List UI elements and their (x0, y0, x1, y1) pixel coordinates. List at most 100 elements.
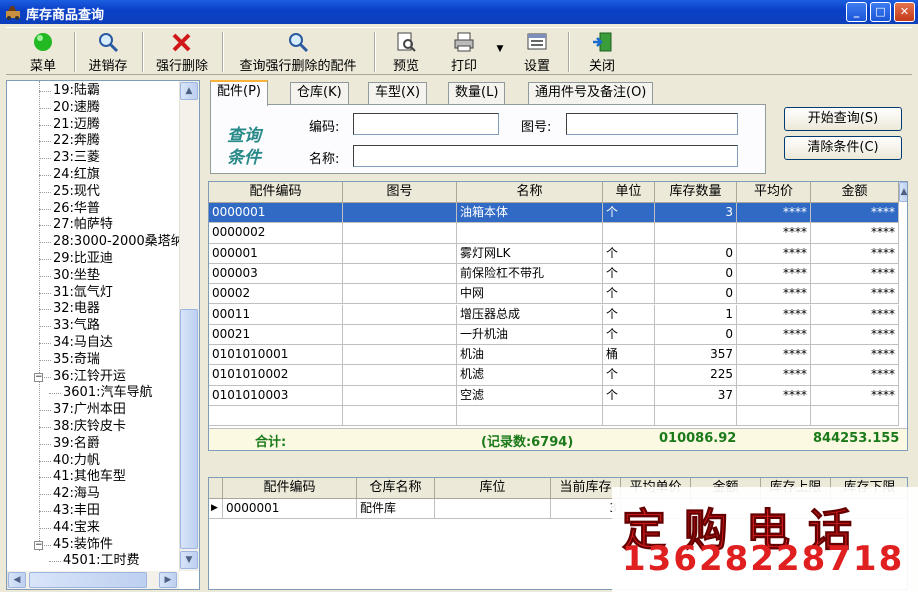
table-cell[interactable]: 0000002 (209, 223, 343, 244)
tree-item[interactable]: 20:速腾 (39, 100, 100, 117)
table-cell[interactable]: **** (811, 304, 899, 325)
table-cell[interactable]: 中网 (457, 284, 603, 305)
table-cell[interactable]: 000001 (209, 243, 343, 264)
clear-conditions-button[interactable]: 清除条件(C) (784, 136, 902, 160)
table-cell[interactable]: 配件库 (357, 499, 435, 520)
table-cell[interactable]: **** (811, 385, 899, 406)
table-cell[interactable] (343, 223, 457, 244)
table-cell[interactable] (603, 406, 655, 427)
table-cell[interactable] (811, 406, 899, 427)
minimize-button[interactable]: _ (846, 2, 867, 22)
grid-scroll-right-button[interactable]: ▶ (887, 450, 905, 451)
table-cell[interactable]: 个 (603, 324, 655, 346)
column-header[interactable]: 配件编码 (209, 182, 343, 203)
table-cell[interactable] (343, 263, 457, 285)
tree-item[interactable]: 42:海马 (39, 486, 100, 503)
table-cell[interactable] (343, 243, 457, 264)
table-cell[interactable]: 个 (603, 284, 655, 305)
scroll-right-button[interactable]: ▶ (159, 572, 177, 588)
parts-grid[interactable]: 配件编码 图号 名称 单位 库存数量 平均价 金额 ▲ 0000001 油箱本体个 3 **** ***… (208, 181, 908, 451)
tree-hscroll-thumb[interactable] (29, 572, 147, 588)
table-cell[interactable]: 00011 (209, 304, 343, 325)
table-cell[interactable]: **** (737, 284, 811, 305)
table-cell[interactable] (343, 365, 457, 386)
column-header[interactable]: 金额 (811, 182, 899, 203)
tree-item[interactable]: 25:现代 (39, 184, 100, 201)
selected-row-cell[interactable]: **** (811, 203, 899, 224)
tab-warehouse[interactable]: 仓库(K) (290, 82, 349, 104)
code-input[interactable] (353, 113, 499, 135)
scroll-left-button[interactable]: ◀ (8, 572, 26, 588)
table-cell[interactable]: 0101010001 (209, 345, 343, 366)
tree-item[interactable]: 4501:工时费 (49, 553, 139, 570)
preview-button[interactable]: 预览 (384, 28, 428, 74)
table-cell[interactable]: **** (811, 284, 899, 305)
table-cell[interactable] (343, 304, 457, 325)
column-header[interactable]: 配件编码 (223, 478, 357, 499)
table-cell[interactable]: **** (737, 324, 811, 346)
close-window-button[interactable]: ✕ (894, 2, 915, 22)
table-cell[interactable] (343, 324, 457, 346)
stock-flow-button[interactable]: 进销存 (80, 28, 136, 74)
table-cell[interactable]: **** (737, 345, 811, 366)
table-cell[interactable]: 一升机油 (457, 324, 603, 346)
table-cell[interactable] (343, 406, 457, 427)
table-cell[interactable]: 0000001 (223, 499, 357, 520)
selected-row-cell[interactable]: **** (737, 203, 811, 224)
selected-row-cell[interactable]: 0000001 (209, 203, 343, 224)
close-button[interactable]: 关闭 (580, 28, 624, 74)
tree-item[interactable]: 35:奇瑞 (39, 352, 100, 369)
table-cell[interactable]: 0 (655, 324, 737, 346)
table-cell[interactable] (343, 284, 457, 305)
table-cell[interactable]: 0101010003 (209, 385, 343, 406)
table-cell[interactable]: **** (737, 304, 811, 325)
table-cell[interactable]: **** (737, 385, 811, 406)
tree-item[interactable]: 21:迈腾 (39, 117, 100, 134)
table-cell[interactable]: 357 (655, 345, 737, 366)
grid-hscroll-thumb[interactable] (229, 450, 251, 451)
tab-parts[interactable]: 配件(P) (210, 80, 268, 106)
table-cell[interactable]: **** (737, 263, 811, 285)
table-cell[interactable]: 0101010002 (209, 365, 343, 386)
table-cell[interactable]: 000003 (209, 263, 343, 285)
tree-item[interactable]: 29:比亚迪 (39, 251, 113, 268)
table-cell[interactable]: 桶 (603, 345, 655, 366)
table-cell[interactable] (457, 223, 603, 244)
table-cell[interactable] (655, 223, 737, 244)
query-deleted-button[interactable]: 查询强行删除的配件 (228, 28, 368, 74)
tree-item[interactable]: 37:广州本田 (39, 402, 126, 419)
scroll-down-button[interactable]: ▼ (180, 551, 198, 569)
table-cell[interactable] (209, 406, 343, 427)
column-header[interactable]: 名称 (457, 182, 603, 203)
table-cell[interactable]: **** (737, 243, 811, 264)
table-cell[interactable] (603, 223, 655, 244)
tree-item[interactable]: 36:江铃开运 (39, 369, 126, 386)
tree-item[interactable]: 33:气路 (39, 318, 100, 335)
tree-item[interactable]: 22:奔腾 (39, 133, 100, 150)
tree-item[interactable]: 28:3000-2000桑塔纳 (39, 234, 184, 251)
column-header[interactable]: 仓库名称 (357, 478, 435, 499)
table-cell[interactable]: 机滤 (457, 365, 603, 386)
table-cell[interactable]: 增压器总成 (457, 304, 603, 325)
table-cell[interactable]: 37 (655, 385, 737, 406)
column-header[interactable]: 库存数量 (655, 182, 737, 203)
table-cell[interactable]: 个 (603, 304, 655, 325)
force-delete-button[interactable]: 强行删除 (148, 28, 216, 74)
table-cell[interactable]: **** (737, 365, 811, 386)
settings-button[interactable]: 设置 (514, 28, 560, 74)
selected-row-cell[interactable]: 个 (603, 203, 655, 224)
column-header[interactable]: 图号 (343, 182, 457, 203)
tree-item[interactable]: 32:电器 (39, 301, 100, 318)
collapse-toggle[interactable]: − (34, 540, 43, 550)
column-header[interactable]: 平均价 (737, 182, 811, 203)
table-cell[interactable]: **** (811, 324, 899, 346)
table-cell[interactable]: **** (811, 243, 899, 264)
selected-row-cell[interactable]: 油箱本体 (457, 203, 603, 224)
tree-item[interactable]: 31:氙气灯 (39, 285, 113, 302)
table-cell[interactable] (737, 406, 811, 427)
table-cell[interactable]: 00021 (209, 324, 343, 346)
table-cell[interactable]: 个 (603, 385, 655, 406)
table-cell[interactable]: 前保险杠不带孔 (457, 263, 603, 285)
tab-quantity[interactable]: 数量(L) (448, 82, 506, 104)
tab-common-parts[interactable]: 通用件号及备注(O) (528, 82, 654, 104)
